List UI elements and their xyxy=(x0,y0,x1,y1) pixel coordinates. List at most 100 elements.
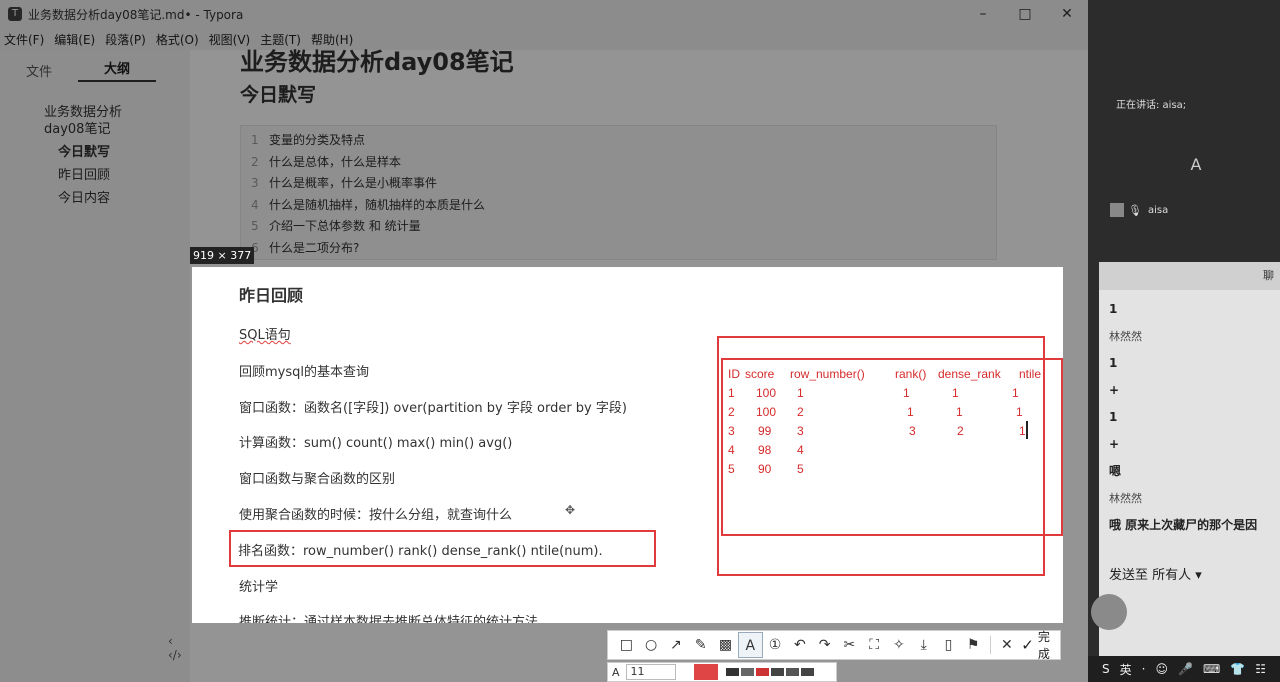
toolbox-icon[interactable]: ☷ xyxy=(1255,662,1266,676)
microphone-icon[interactable]: 🎤 xyxy=(1178,662,1193,676)
download-icon[interactable]: ⤓ xyxy=(911,632,936,658)
table-header-cell: dense_rank xyxy=(938,367,1001,381)
table-cell: 1 xyxy=(956,405,963,419)
done-button[interactable]: ✓ 完成 xyxy=(1021,628,1060,662)
table-cell: 100 xyxy=(756,405,777,419)
ocr-icon[interactable]: ⛶ xyxy=(862,632,887,658)
pin-icon[interactable]: ✂ xyxy=(837,632,862,658)
color-swatch[interactable] xyxy=(770,668,784,676)
number-icon[interactable]: ① xyxy=(763,632,788,658)
arrow-icon[interactable]: ↗ xyxy=(664,632,689,658)
meeting-chat-panel: 正在讲话: aisa; A 🎙 aisa 聊 1 林然然 1 + 1 + 嗯 林… xyxy=(1088,0,1280,682)
chat-header: 聊 xyxy=(1099,262,1280,290)
color-swatch[interactable] xyxy=(785,668,799,676)
text-icon[interactable]: A xyxy=(737,632,763,658)
color-swatch[interactable] xyxy=(800,668,814,676)
chat-sender: 林然然 xyxy=(1109,330,1142,343)
chat-message: 嗯 xyxy=(1109,464,1122,478)
send-to-selector[interactable]: 发送至 所有人 ▾ xyxy=(1109,564,1202,583)
save-icon[interactable]: ▯ xyxy=(936,632,961,658)
chat-sender: 林然然 xyxy=(1109,492,1142,505)
chat-message: 哦 原来上次藏尸的那个是因 xyxy=(1109,518,1258,532)
annotation-rectangle-inner[interactable] xyxy=(721,358,1063,536)
participant-row[interactable]: 🎙 aisa xyxy=(1110,203,1168,217)
microphone-icon: 🎙 xyxy=(1128,203,1142,217)
table-cell: 5 xyxy=(797,462,804,476)
review-heading: 昨日回顾 xyxy=(239,286,304,305)
note-line: SQL语句 xyxy=(239,328,291,343)
table-cell: 4 xyxy=(728,443,735,457)
ime-language-icon[interactable]: 英 xyxy=(1120,661,1132,678)
table-cell: 3 xyxy=(909,424,916,438)
note-line: 窗口函数：函数名([字段]) over(partition by 字段 orde… xyxy=(239,401,627,416)
capture-size-label: 919 × 377 xyxy=(190,247,255,264)
done-label: 完成 xyxy=(1037,630,1050,661)
speaking-indicator: 正在讲话: aisa; xyxy=(1116,100,1187,111)
table-cell: 1 xyxy=(1016,405,1023,419)
avatar xyxy=(1110,203,1124,217)
note-line: 计算函数：sum() count() max() min() avg() xyxy=(239,436,513,451)
emoji-icon[interactable]: ☺ xyxy=(1155,662,1168,676)
current-color-swatch[interactable] xyxy=(693,664,718,680)
table-cell: 1 xyxy=(1012,386,1019,400)
note-line: 回顾mysql的基本查询 xyxy=(239,365,369,380)
table-cell: 100 xyxy=(756,386,777,400)
chat-message: 1 xyxy=(1109,356,1118,370)
pen-icon[interactable]: ✎ xyxy=(688,632,713,658)
color-swatch[interactable] xyxy=(725,668,739,676)
redo-icon[interactable]: ↷ xyxy=(812,632,837,658)
chat-messages-panel: 聊 1 林然然 1 + 1 + 嗯 林然然 哦 原来上次藏尸的那个是因 发送至 … xyxy=(1091,262,1280,682)
table-header-cell: ID xyxy=(728,367,740,381)
table-cell: 3 xyxy=(797,424,804,438)
note-line: 窗口函数与聚合函数的区别 xyxy=(239,472,396,487)
text-style-bar: A 11 xyxy=(607,662,837,682)
skin-icon[interactable]: 👕 xyxy=(1230,662,1245,676)
table-header-cell: rank() xyxy=(895,367,927,381)
toolbar-divider xyxy=(989,636,991,654)
ime-logo-icon[interactable]: S xyxy=(1102,662,1110,676)
table-cell: 5 xyxy=(728,462,735,476)
table-cell: 98 xyxy=(758,443,772,457)
table-cell: 2 xyxy=(957,424,964,438)
speaker-initial: A xyxy=(1190,155,1202,174)
note-line: 使用聚合函数的时候：按什么分组，就查询什么 xyxy=(239,508,513,523)
rectangle-icon[interactable]: □ xyxy=(614,632,639,658)
bookmark-icon[interactable]: ⚑ xyxy=(961,632,986,658)
chat-message-list: 1 林然然 1 + 1 + 嗯 林然然 哦 原来上次藏尸的那个是因 xyxy=(1099,290,1280,539)
table-cell: 1 xyxy=(728,386,735,400)
table-cell: 2 xyxy=(797,405,804,419)
table-cell: 1 xyxy=(797,386,804,400)
close-icon[interactable]: ✕ xyxy=(995,632,1020,658)
undo-icon[interactable]: ↶ xyxy=(787,632,812,658)
table-header-cell: score xyxy=(745,367,775,381)
note-line: 统计学 xyxy=(239,580,279,595)
system-tray: S 英 · ☺ 🎤 ⌨ 👕 ☷ xyxy=(1088,656,1280,682)
chat-message: 1 xyxy=(1109,302,1118,316)
chat-message: 1 xyxy=(1109,410,1118,424)
annotation-toolbar: □ ○ ↗ ✎ ▩ A ① ↶ ↷ ✂ ⛶ ✧ ⤓ ▯ ⚑ ✕ ✓ 完成 xyxy=(607,628,1061,662)
table-cell: 3 xyxy=(728,424,735,438)
avatar xyxy=(1091,594,1127,630)
font-icon: A xyxy=(612,665,620,679)
color-swatch[interactable] xyxy=(755,668,769,676)
table-cell: 99 xyxy=(758,424,772,438)
table-cell: 1 xyxy=(907,405,914,419)
move-cursor-icon: ✥ xyxy=(565,503,576,517)
chat-message: + xyxy=(1109,383,1120,397)
check-icon: ✓ xyxy=(1021,636,1034,654)
note-line: 推断统计：通过样本数据去推断总体特征的统计方法 xyxy=(239,615,539,623)
translate-icon[interactable]: ✧ xyxy=(887,632,912,658)
chat-message: + xyxy=(1109,437,1120,451)
table-cell: 1 xyxy=(952,386,959,400)
text-caret xyxy=(1026,421,1028,439)
table-cell: 4 xyxy=(797,443,804,457)
table-cell: 2 xyxy=(728,405,735,419)
mosaic-icon[interactable]: ▩ xyxy=(713,632,738,658)
ellipse-icon[interactable]: ○ xyxy=(639,632,664,658)
font-size-select[interactable]: 11 xyxy=(625,664,676,680)
keyboard-icon[interactable]: ⌨ xyxy=(1203,662,1220,676)
color-swatch[interactable] xyxy=(740,668,754,676)
punctuation-icon[interactable]: · xyxy=(1142,662,1146,676)
rank-functions-line: 排名函数：row_number() rank() dense_rank() nt… xyxy=(238,544,603,559)
table-header-cell: ntile xyxy=(1019,367,1042,381)
